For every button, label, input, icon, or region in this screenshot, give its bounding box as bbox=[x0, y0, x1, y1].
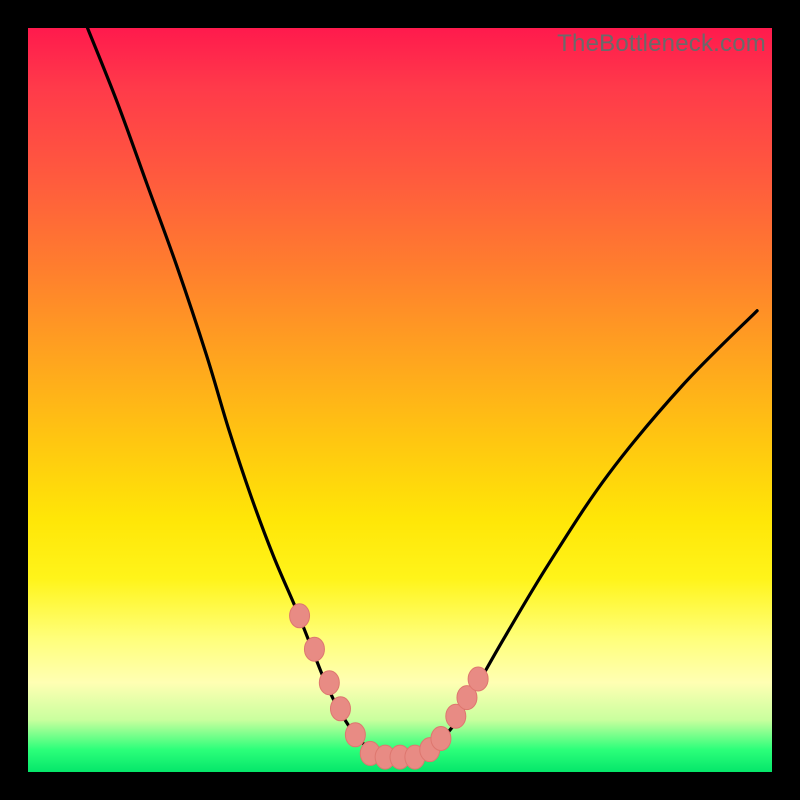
curve-marker bbox=[319, 671, 339, 695]
curve-marker bbox=[345, 723, 365, 747]
curve-marker bbox=[330, 697, 350, 721]
curve-marker bbox=[304, 637, 324, 661]
curve-marker bbox=[431, 727, 451, 751]
plot-area bbox=[28, 28, 772, 772]
curve-layer bbox=[28, 28, 772, 772]
curve-markers bbox=[290, 604, 489, 769]
curve-marker bbox=[468, 667, 488, 691]
bottleneck-curve bbox=[88, 28, 758, 758]
curve-marker bbox=[290, 604, 310, 628]
watermark-text: TheBottleneck.com bbox=[557, 30, 766, 58]
chart-stage: TheBottleneck.com bbox=[0, 0, 800, 800]
